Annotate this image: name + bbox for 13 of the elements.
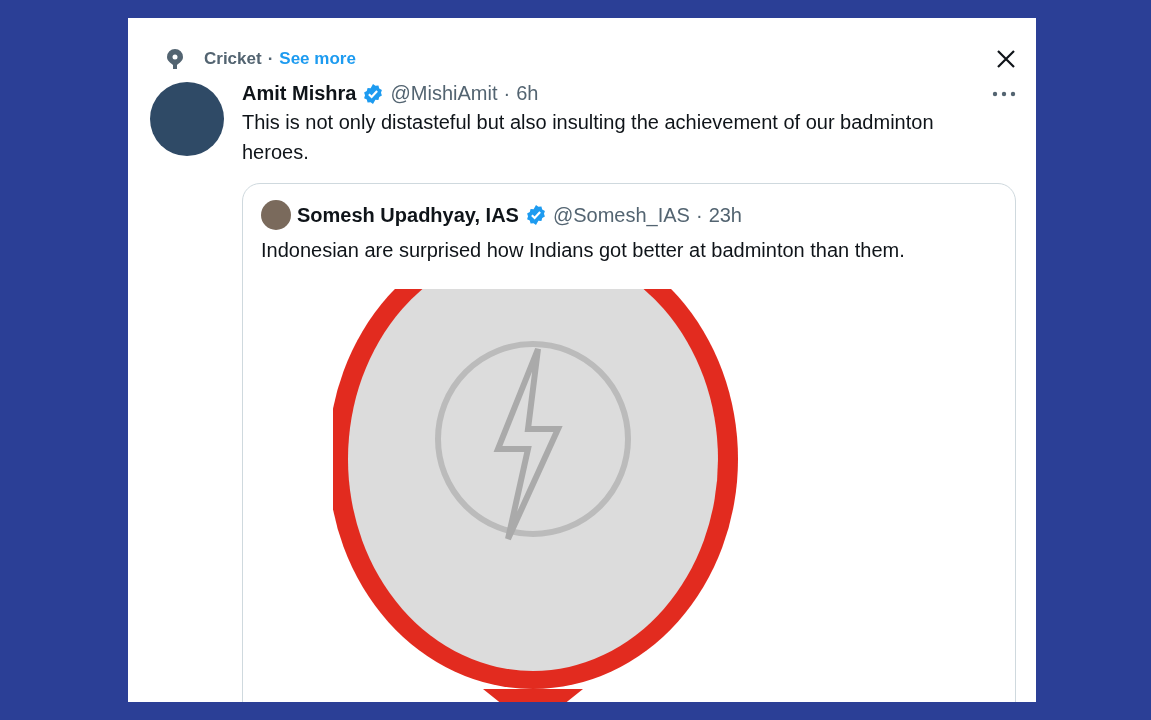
- quoted-author-name: Somesh Upadhyay, IAS: [297, 203, 519, 227]
- author-handle: @MishiAmit: [390, 82, 498, 105]
- tweet-text: This is not only distasteful but also insulting the achievement of our badminton heroes.: [242, 110, 935, 165]
- quoted-tweet[interactable]: Somesh Upadhyay, IAS @Somesh_IAS · 23h Indonesian are surprised how Indians got better at badminton than them.: [242, 183, 1016, 702]
- separator: ·: [695, 203, 703, 227]
- quoted-handle: @Somesh_IAS: [552, 203, 690, 227]
- author-name[interactable]: Amit Mishra: [242, 82, 357, 105]
- quoted-text: Indonesian are surprised how Indians got better at badminton than them.: [260, 238, 906, 263]
- tweet-time: 6h: [516, 82, 539, 105]
- separator: ·: [503, 82, 511, 105]
- topic-label: Cricket: [204, 49, 262, 69]
- quoted-time: 23h: [708, 203, 742, 227]
- separator: ·: [267, 49, 274, 69]
